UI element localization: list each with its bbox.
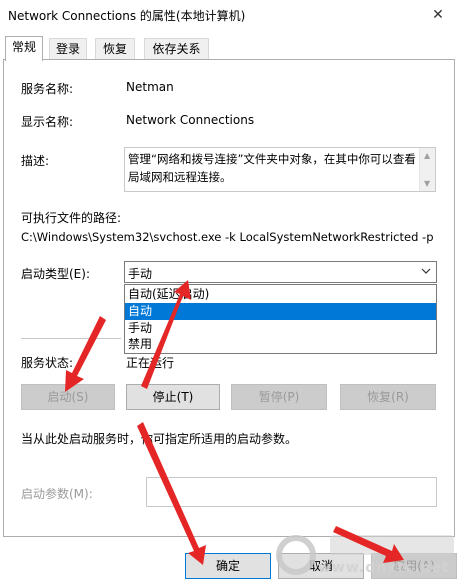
display-name-label: 显示名称:: [21, 115, 74, 129]
startup-type-dropdown: 自动(延迟启动) 自动 手动 禁用: [124, 284, 437, 354]
start-button[interactable]: 启动(S): [21, 384, 115, 410]
title-bar: Network Connections 的属性(本地计算机) ✕: [0, 0, 461, 30]
start-params-hint: 当从此处启动服务时，你可指定所适用的启动参数。: [21, 432, 298, 446]
service-status-value: 正在运行: [126, 356, 175, 370]
tab-logon[interactable]: 登录: [49, 38, 87, 60]
start-params-label: 启动参数(M):: [21, 487, 93, 501]
tab-dependencies[interactable]: 依存关系: [144, 38, 209, 60]
watermark-url: www.dnxtc.net: [318, 560, 450, 576]
startup-type-value: 手动: [128, 267, 153, 281]
window-title: Network Connections 的属性(本地计算机): [8, 9, 246, 23]
exe-path-label: 可执行文件的路径:: [21, 211, 122, 225]
description-box[interactable]: 管理“网络和拨号连接”文件夹中对象，在其中你可以查看局域网和远程连接。 ▲ ▼: [124, 147, 436, 192]
service-name-value: Netman: [126, 80, 174, 94]
scroll-up-icon[interactable]: ▲: [424, 151, 430, 160]
stop-button[interactable]: 停止(T): [126, 384, 220, 410]
ok-button[interactable]: 确定: [185, 553, 271, 579]
startup-option-manual[interactable]: 手动: [125, 320, 436, 337]
pause-button[interactable]: 暂停(P): [231, 384, 327, 410]
startup-type-label: 启动类型(E):: [21, 267, 90, 281]
close-icon[interactable]: ✕: [415, 0, 461, 30]
startup-option-auto[interactable]: 自动: [125, 303, 436, 320]
resume-button[interactable]: 恢复(R): [340, 384, 436, 410]
description-scrollbar[interactable]: ▲ ▼: [419, 148, 435, 191]
display-name-value: Network Connections: [126, 113, 255, 127]
service-name-label: 服务名称:: [21, 82, 74, 96]
tab-general[interactable]: 常规: [5, 36, 43, 61]
service-status-label: 服务状态:: [21, 356, 74, 370]
startup-type-select[interactable]: 手动: [124, 261, 437, 283]
tab-recovery[interactable]: 恢复: [95, 38, 135, 60]
start-params-input[interactable]: [146, 477, 437, 507]
description-label: 描述:: [21, 154, 50, 168]
description-text: 管理“网络和拨号连接”文件夹中对象，在其中你可以查看局域网和远程连接。: [128, 152, 416, 184]
startup-option-disabled[interactable]: 禁用: [125, 336, 436, 353]
exe-path-value: C:\Windows\System32\svchost.exe -k Local…: [21, 230, 434, 244]
separator: [21, 338, 121, 339]
startup-option-auto-delayed[interactable]: 自动(延迟启动): [125, 286, 436, 303]
chevron-down-icon[interactable]: [421, 266, 431, 276]
scroll-down-icon[interactable]: ▼: [424, 179, 430, 188]
